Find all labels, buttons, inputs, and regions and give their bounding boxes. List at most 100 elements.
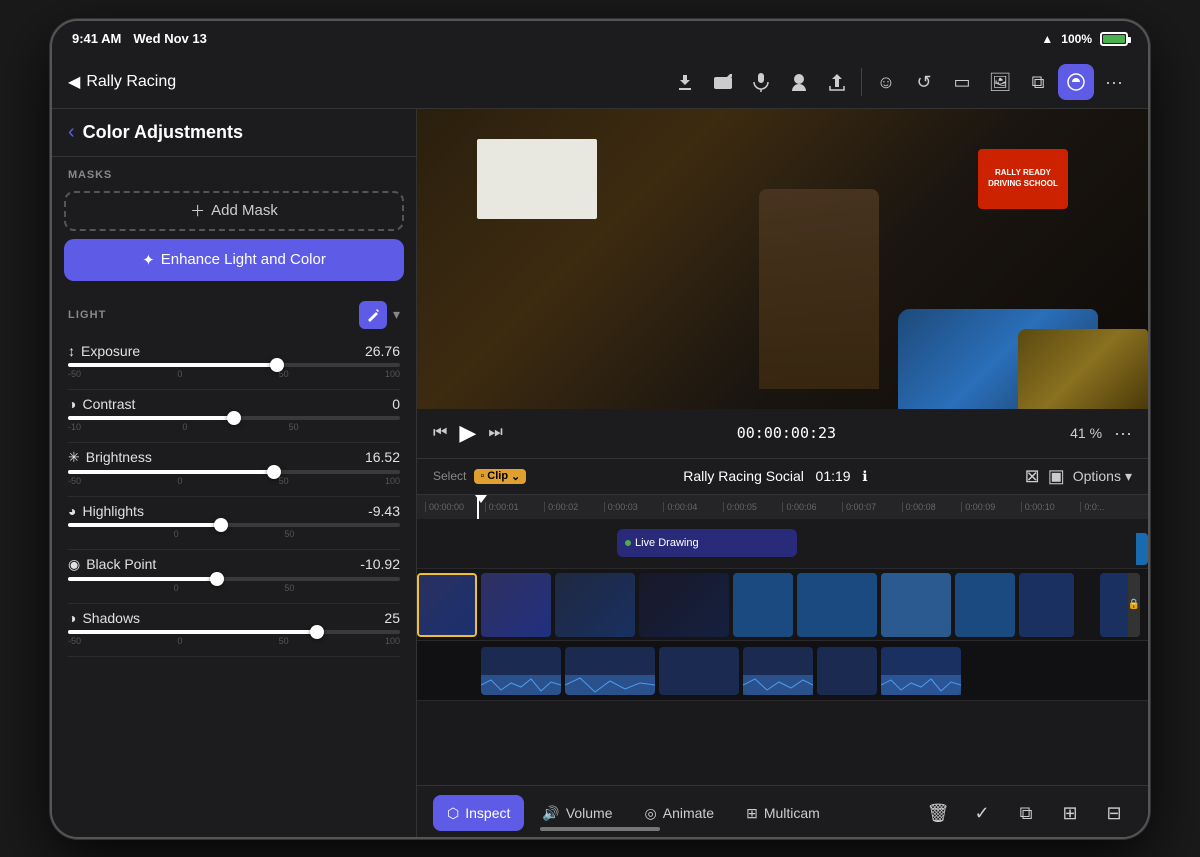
- ruler-mark: 0:0:..: [1080, 502, 1140, 512]
- frame-button[interactable]: ▭: [944, 64, 980, 100]
- tick: 0: [174, 583, 179, 593]
- rewind-button[interactable]: ↺: [906, 64, 942, 100]
- clip-8[interactable]: [955, 573, 1015, 637]
- clip-badge[interactable]: ▫ Clip ⌄: [474, 469, 526, 484]
- share-button[interactable]: [819, 64, 855, 100]
- camera-button[interactable]: [705, 64, 741, 100]
- crop-button[interactable]: ⊠: [1025, 466, 1040, 487]
- ruler-mark: 0:00:10: [1021, 502, 1081, 512]
- clip-4[interactable]: [639, 573, 729, 637]
- arrange-button[interactable]: ⊞: [1052, 795, 1088, 831]
- clip-2[interactable]: [481, 573, 551, 637]
- contrast-slider[interactable]: [68, 416, 400, 420]
- highlights-label: ◕ Highlights: [68, 503, 144, 519]
- contrast-icon: ◑: [68, 396, 76, 412]
- timeline-title: Rally Racing Social 01:19 ℹ: [534, 468, 1016, 485]
- options-chevron: ▾: [1125, 468, 1132, 485]
- exposure-icon: ↕: [68, 343, 75, 359]
- playback-more-button[interactable]: ···: [1114, 423, 1132, 444]
- exposure-row: ↕ Exposure 26.76 -50 0 50: [68, 337, 400, 390]
- light-wand-button[interactable]: [359, 301, 387, 329]
- clip-6[interactable]: [797, 573, 877, 637]
- download-button[interactable]: [667, 64, 703, 100]
- video-sign-prop: RALLY READYDRIVING SCHOOL: [978, 149, 1068, 209]
- live-drawing-clip[interactable]: Live Drawing: [617, 529, 797, 557]
- masks-label: MASKS: [52, 157, 416, 187]
- delete-button[interactable]: 🗑: [920, 795, 956, 831]
- clip-3[interactable]: [555, 573, 635, 637]
- mic-button[interactable]: [743, 64, 779, 100]
- more-button[interactable]: ···: [1096, 64, 1132, 100]
- color-adjust-button[interactable]: [1058, 64, 1094, 100]
- multicam-icon: ⊞: [746, 805, 758, 822]
- audio-clip-3[interactable]: [659, 647, 739, 695]
- clip-5[interactable]: [733, 573, 793, 637]
- tick: 50: [279, 476, 289, 486]
- video-person-prop: [759, 189, 879, 389]
- ruler-mark: 0:00:01: [485, 502, 545, 512]
- tab-inspect[interactable]: ⬡ Inspect: [433, 795, 524, 831]
- back-button[interactable]: ◀ Rally Racing: [68, 72, 176, 92]
- clip-selected[interactable]: [417, 573, 477, 637]
- blackpoint-icon: ◉: [68, 556, 80, 573]
- status-date: Wed Nov 13: [133, 31, 206, 46]
- audio-clip-5[interactable]: [817, 647, 877, 695]
- clip-last[interactable]: 🔒: [1100, 573, 1140, 637]
- audio-clip-2[interactable]: [565, 647, 655, 695]
- add-mask-label: Add Mask: [211, 202, 278, 219]
- enhance-icon: ✦: [142, 251, 155, 269]
- blackpoint-label: ◉ Black Point: [68, 556, 156, 573]
- multicam-label: Multicam: [764, 805, 820, 821]
- wifi-icon: ▲: [1041, 32, 1053, 46]
- exposure-slider[interactable]: [68, 363, 400, 367]
- project-title: Rally Racing: [86, 73, 176, 91]
- tick: 50: [279, 636, 289, 646]
- audio-clip-4[interactable]: [743, 647, 813, 695]
- enhance-button[interactable]: ✦ Enhance Light and Color: [64, 239, 404, 281]
- audio-clip-1[interactable]: [481, 647, 561, 695]
- panel-back-button[interactable]: ‹: [68, 121, 75, 144]
- skip-forward-button[interactable]: ⏭: [488, 424, 502, 442]
- back-arrow-icon: ◀: [68, 72, 80, 92]
- ruler-mark: 0:00:09: [961, 502, 1021, 512]
- trim-button[interactable]: ⊟: [1096, 795, 1132, 831]
- voiceover-button[interactable]: [781, 64, 817, 100]
- light-chevron-button[interactable]: ▾: [393, 306, 400, 323]
- bottom-actions: 🗑 ✓ ⧉ ⊞ ⊟: [920, 795, 1132, 831]
- ruler-mark: 0:00:04: [663, 502, 723, 512]
- options-button[interactable]: Options ▾: [1073, 468, 1132, 485]
- shadows-slider[interactable]: [68, 630, 400, 634]
- add-mask-button[interactable]: ＋ Add Mask: [64, 191, 404, 231]
- skip-back-button[interactable]: ⏮: [433, 424, 447, 442]
- clip-dropdown-icon: ⌄: [511, 470, 520, 483]
- timeline-ruler: 00:00:00 0:00:01 0:00:02 0:00:03 0:00:04…: [417, 495, 1148, 519]
- tick: 0: [177, 476, 182, 486]
- exposure-label: ↕ Exposure: [68, 343, 140, 359]
- audio-clip-6[interactable]: [881, 647, 961, 695]
- tab-multicam[interactable]: ⊞ Multicam: [732, 795, 834, 831]
- contrast-label: ◑ Contrast: [68, 396, 135, 412]
- brightness-icon: ✳: [68, 449, 80, 466]
- tick: 100: [385, 636, 400, 646]
- brightness-value: 16.52: [365, 449, 400, 465]
- info-button[interactable]: ℹ: [862, 468, 867, 484]
- blackpoint-slider[interactable]: [68, 577, 400, 581]
- enhance-label: Enhance Light and Color: [161, 251, 326, 268]
- overlay-track: Live Drawing: [417, 519, 1148, 569]
- timeline-playhead[interactable]: [477, 495, 479, 519]
- clip-7[interactable]: [881, 573, 951, 637]
- layout-button[interactable]: ▣: [1048, 466, 1065, 487]
- play-button[interactable]: ▶: [459, 420, 476, 446]
- highlights-value: -9.43: [368, 503, 400, 519]
- highlights-slider[interactable]: [68, 523, 400, 527]
- confirm-button[interactable]: ✓: [964, 795, 1000, 831]
- clip-9[interactable]: [1019, 573, 1074, 637]
- pip-button[interactable]: ⧉: [1020, 64, 1056, 100]
- emoji-button[interactable]: ☺: [868, 64, 904, 100]
- split-button[interactable]: ⧉: [1008, 795, 1044, 831]
- brightness-slider[interactable]: [68, 470, 400, 474]
- inspect-label: Inspect: [465, 805, 510, 821]
- photo-button[interactable]: 🖼: [982, 64, 1018, 100]
- status-time: 9:41 AM: [72, 31, 121, 46]
- live-indicator: [625, 540, 631, 546]
